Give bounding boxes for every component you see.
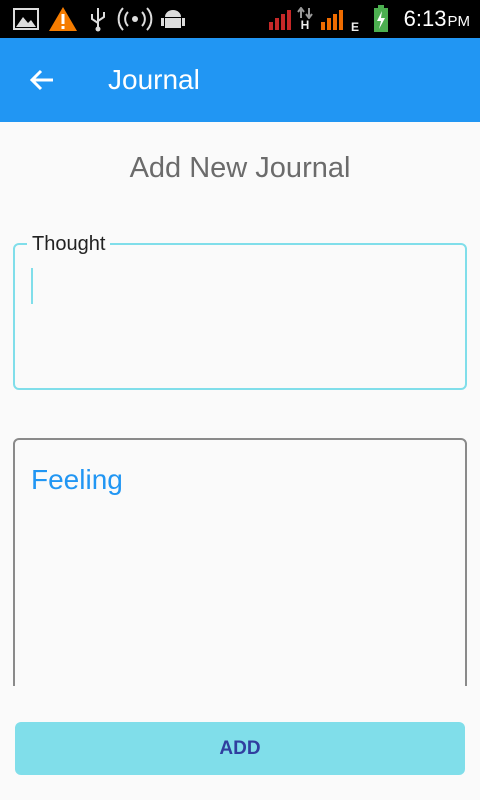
- hotspot-icon: [116, 0, 154, 38]
- battery-charging-icon: [372, 0, 390, 38]
- network-type-h: H: [300, 18, 310, 32]
- app-title: Journal: [108, 64, 200, 95]
- signal-icon: [320, 0, 346, 38]
- android-icon: [160, 0, 186, 38]
- add-button[interactable]: ADD: [15, 722, 465, 775]
- usb-icon: [88, 0, 108, 38]
- status-clock: 6:13 PM: [404, 0, 470, 38]
- clock-ampm: PM: [447, 13, 471, 30]
- back-button[interactable]: [22, 60, 62, 100]
- status-bar: H E 6:13 PM: [0, 0, 480, 38]
- warning-icon: [48, 0, 78, 38]
- image-icon: [12, 0, 40, 38]
- data-h-icon: H: [296, 0, 314, 38]
- thought-field[interactable]: Thought: [13, 233, 467, 390]
- thought-label: Thought: [27, 233, 111, 256]
- arrow-left-icon: [29, 69, 53, 91]
- feeling-field[interactable]: Feeling: [13, 438, 467, 728]
- data-e-icon: E: [348, 0, 362, 38]
- signal-icon: [268, 0, 294, 38]
- network-type-e: E: [350, 20, 359, 34]
- page-heading: Add New Journal: [129, 152, 351, 184]
- app-bar: Journal: [0, 38, 480, 122]
- text-cursor: [31, 268, 33, 304]
- clock-time: 6:13: [403, 6, 447, 31]
- feeling-placeholder: Feeling: [31, 464, 123, 495]
